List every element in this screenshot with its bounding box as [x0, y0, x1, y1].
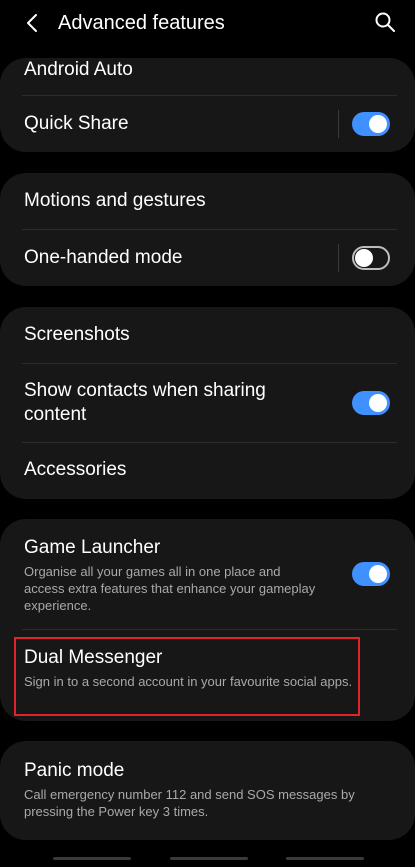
card-motions: Motions and gestures One-handed mode	[0, 173, 415, 286]
card-safety: Panic mode Call emergency number 112 and…	[0, 741, 415, 840]
row-android-auto[interactable]: Android Auto	[0, 58, 415, 94]
search-button[interactable]	[372, 9, 398, 35]
row-dual-messenger[interactable]: Dual Messenger Sign in to a second accou…	[0, 630, 415, 721]
nav-hint-left	[53, 857, 131, 860]
row-show-contacts[interactable]: Show contacts when sharing content	[0, 364, 415, 442]
vertical-separator	[338, 244, 339, 272]
motions-gestures-label: Motions and gestures	[24, 190, 206, 211]
page-title: Advanced features	[58, 12, 225, 34]
show-contacts-toggle[interactable]	[352, 391, 390, 415]
row-one-handed-mode[interactable]: One-handed mode	[0, 230, 415, 286]
one-handed-mode-label: One-handed mode	[24, 247, 183, 268]
card-sharing: Screenshots Show contacts when sharing c…	[0, 307, 415, 499]
panic-mode-label: Panic mode	[24, 760, 125, 781]
toggle-knob	[369, 115, 387, 133]
quick-share-label: Quick Share	[24, 113, 129, 134]
toggle-knob	[369, 565, 387, 583]
toggle-knob	[369, 394, 387, 412]
game-launcher-toggle[interactable]	[352, 562, 390, 586]
row-screenshots[interactable]: Screenshots	[0, 307, 415, 363]
row-game-launcher[interactable]: Game Launcher Organise all your games al…	[0, 519, 415, 629]
row-accessories[interactable]: Accessories	[0, 443, 415, 499]
vertical-separator	[338, 110, 339, 138]
dual-messenger-description: Sign in to a second account in your favo…	[24, 674, 353, 689]
android-auto-label: Android Auto	[24, 59, 133, 80]
row-motions-gestures[interactable]: Motions and gestures	[0, 173, 415, 229]
dual-messenger-label: Dual Messenger	[24, 647, 163, 668]
game-launcher-description: Organise all your games all in one place…	[24, 564, 316, 613]
row-panic-mode[interactable]: Panic mode Call emergency number 112 and…	[0, 741, 415, 840]
top-app-bar: Advanced features	[0, 0, 415, 46]
nav-hint-right	[286, 857, 364, 860]
toggle-knob	[355, 249, 373, 267]
nav-hint-center	[170, 857, 248, 860]
one-handed-mode-toggle[interactable]	[352, 246, 390, 270]
screenshots-label: Screenshots	[24, 324, 130, 345]
show-contacts-label: Show contacts when sharing content	[24, 380, 266, 425]
quick-share-toggle[interactable]	[352, 112, 390, 136]
row-quick-share[interactable]: Quick Share	[0, 96, 415, 152]
card-apps: Game Launcher Organise all your games al…	[0, 519, 415, 721]
card-connections: Android Auto Quick Share	[0, 58, 415, 152]
accessories-label: Accessories	[24, 459, 127, 480]
game-launcher-label: Game Launcher	[24, 537, 161, 558]
search-icon	[375, 12, 395, 32]
chevron-left-icon	[27, 14, 37, 32]
back-button[interactable]	[18, 9, 46, 37]
panic-mode-description: Call emergency number 112 and send SOS m…	[24, 787, 355, 819]
